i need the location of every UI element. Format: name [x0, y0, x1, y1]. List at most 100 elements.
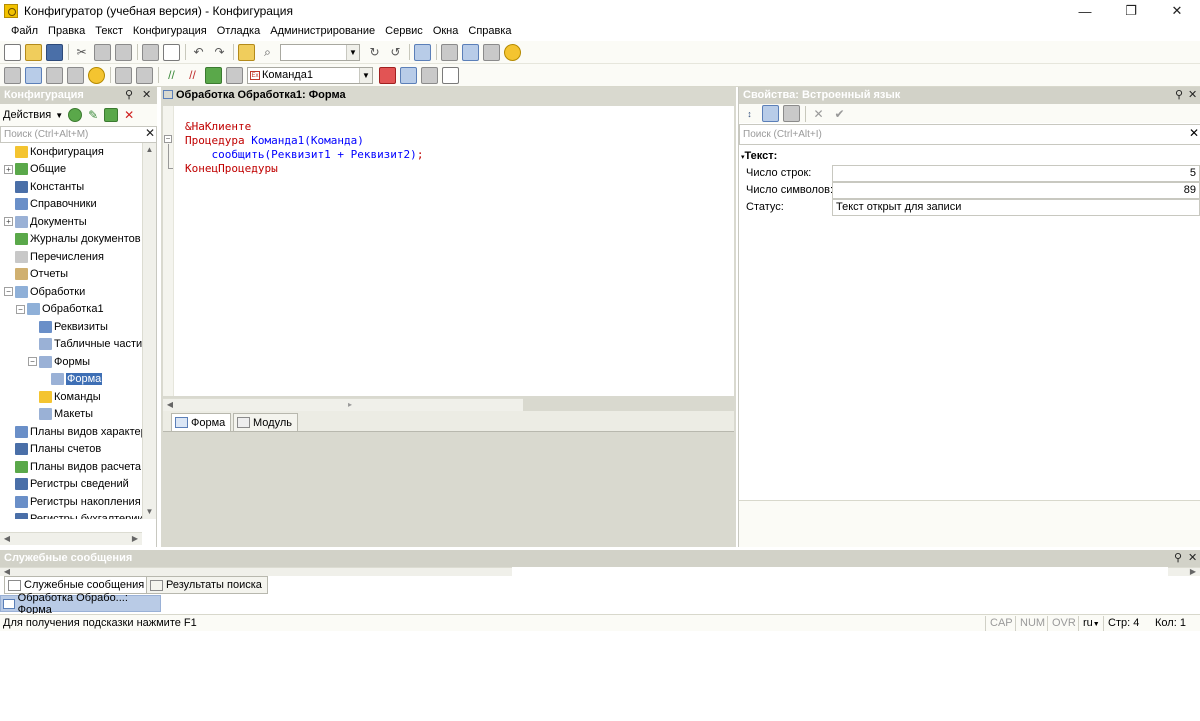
actions-menu-button[interactable]: Действия	[3, 109, 51, 121]
syntax-helper-icon[interactable]	[462, 43, 479, 61]
delete-icon[interactable]: ✕	[122, 107, 136, 124]
save-icon[interactable]	[46, 43, 63, 61]
scroll-down-icon[interactable]: ▼	[143, 505, 156, 519]
tree-item[interactable]: + Общие	[4, 161, 66, 178]
tree-item[interactable]: Планы счетов	[4, 441, 101, 458]
clear-search-icon[interactable]: ✕	[1189, 126, 1199, 140]
configuration-search-input[interactable]: Поиск (Ctrl+Alt+M)	[0, 126, 157, 143]
tab-form[interactable]: Форма	[171, 413, 232, 431]
search-combo[interactable]: ▼	[280, 43, 360, 61]
tree-item[interactable]: − Формы	[28, 353, 90, 370]
print-icon[interactable]	[142, 43, 159, 61]
tree-item[interactable]: Перечисления	[4, 248, 104, 265]
menu-file[interactable]: Файл	[6, 23, 43, 40]
db-update-icon[interactable]	[46, 66, 63, 84]
paste-icon[interactable]	[115, 43, 132, 61]
collapse-icon[interactable]: −	[16, 304, 25, 314]
sort-az-icon[interactable]: ↕	[741, 105, 758, 122]
bookmark-icon[interactable]	[400, 66, 417, 84]
close-window-button[interactable]: ✕	[1154, 0, 1200, 22]
tree-item[interactable]: Регистры сведений	[4, 476, 129, 493]
tree-item[interactable]: Регистры бухгалтерии	[4, 511, 142, 519]
tree-item[interactable]: Команды	[28, 388, 101, 405]
pin-icon[interactable]: ⚲	[125, 87, 133, 104]
assistant-icon[interactable]	[483, 43, 500, 61]
new-file-icon[interactable]	[4, 43, 21, 61]
copy-object-icon[interactable]	[104, 108, 119, 122]
tree-item[interactable]: Табличные части	[28, 336, 142, 353]
tree-vertical-scrollbar[interactable]: ▲ ▼	[142, 143, 156, 519]
tree-item[interactable]: − Обработка1	[16, 301, 104, 318]
goto-line-icon[interactable]	[205, 66, 222, 84]
scroll-right-icon[interactable]: ▶	[128, 533, 142, 545]
chevron-down-icon[interactable]: ▼	[55, 111, 63, 120]
menu-configuration[interactable]: Конфигурация	[128, 23, 212, 40]
property-value[interactable]: 89	[832, 182, 1200, 199]
format-icon[interactable]	[421, 66, 438, 84]
tab-search-results[interactable]: Результаты поиска	[146, 576, 268, 594]
redo-icon[interactable]: ↷	[211, 44, 228, 61]
copy-icon[interactable]	[94, 43, 111, 61]
menu-edit[interactable]: Правка	[43, 23, 90, 40]
editor-horizontal-scrollbar[interactable]: ◀ ▸	[163, 398, 523, 411]
chevron-down-icon[interactable]: ▼	[346, 44, 359, 60]
menu-help[interactable]: Справка	[463, 23, 516, 40]
close-panel-icon[interactable]: ✕	[1188, 87, 1197, 104]
tree-item[interactable]: Реквизиты	[28, 318, 108, 335]
wizard-icon[interactable]	[441, 43, 458, 61]
menu-text[interactable]: Текст	[90, 23, 128, 40]
find-in-folder-icon[interactable]	[238, 43, 255, 61]
scroll-left-icon[interactable]: ◀	[0, 568, 14, 576]
tree-item[interactable]: + Документы	[4, 213, 87, 230]
module-icon[interactable]	[4, 66, 21, 84]
template-icon[interactable]	[442, 66, 459, 84]
menu-debug[interactable]: Отладка	[212, 23, 265, 40]
module-check-icon[interactable]	[136, 66, 153, 84]
close-panel-icon[interactable]: ✕	[1188, 550, 1197, 567]
add-icon[interactable]	[68, 108, 83, 122]
tree-item[interactable]: Планы видов характер	[4, 423, 142, 440]
scroll-thumb-grip[interactable]: ▸	[343, 399, 357, 411]
pin-icon[interactable]: ⚲	[1175, 87, 1183, 104]
search-icon[interactable]: ⌕	[259, 44, 276, 61]
property-value[interactable]: Текст открыт для записи	[832, 199, 1200, 216]
tree-item[interactable]: Планы видов расчета	[4, 458, 141, 475]
cut-icon[interactable]: ✂	[73, 44, 90, 61]
scroll-left-icon[interactable]: ◀	[163, 399, 177, 411]
open-window-tab[interactable]: Обработка Обрабо...: Форма	[0, 592, 161, 616]
find-prev-icon[interactable]: ↺	[387, 44, 404, 61]
properties-search-input[interactable]: Поиск (Ctrl+Alt+I)	[739, 124, 1200, 145]
tree-item[interactable]: Отчеты	[4, 266, 68, 283]
open-folder-icon[interactable]	[25, 43, 42, 61]
undo-icon[interactable]: ↶	[190, 44, 207, 61]
scroll-left-icon[interactable]: ◀	[0, 533, 14, 545]
run-debug-icon[interactable]	[88, 66, 105, 84]
clear-search-icon[interactable]: ✕	[143, 125, 157, 142]
collapse-icon[interactable]: −	[4, 287, 13, 296]
scroll-up-icon[interactable]: ▲	[143, 143, 156, 157]
restore-button[interactable]: ❐	[1108, 0, 1154, 22]
collapse-icon[interactable]: −	[164, 135, 172, 143]
scroll-right-icon[interactable]: ▶	[1186, 568, 1200, 576]
tree-item[interactable]: Справочники	[4, 196, 97, 213]
expand-icon[interactable]: +	[4, 164, 13, 174]
expand-icon[interactable]: +	[4, 217, 13, 226]
messages-scrollbar-end[interactable]: ▶	[1168, 567, 1200, 576]
tree-item[interactable]: Константы	[4, 178, 84, 195]
property-value[interactable]: 5	[832, 165, 1200, 182]
windows-icon[interactable]	[414, 43, 431, 61]
menu-windows[interactable]: Окна	[428, 23, 464, 40]
language-selector[interactable]: ru▼	[1078, 616, 1104, 631]
close-panel-icon[interactable]: ✕	[142, 87, 151, 104]
collapse-icon[interactable]: −	[28, 357, 37, 366]
procedure-combo[interactable]: Ex Команда1 ▼	[247, 66, 373, 84]
chevron-down-icon[interactable]: ▼	[359, 67, 372, 83]
tree-item[interactable]: Регистры накопления	[4, 493, 141, 510]
find-next-icon[interactable]: ↻	[366, 44, 383, 61]
comment-icon[interactable]: //	[163, 67, 180, 84]
tree-item[interactable]: Журналы документов	[4, 231, 141, 248]
procedures-icon[interactable]	[226, 66, 243, 84]
breakpoint-icon[interactable]	[379, 66, 396, 84]
tree-item[interactable]: Конфигурация	[4, 143, 104, 160]
apply-icon[interactable]: ✔	[831, 105, 848, 122]
